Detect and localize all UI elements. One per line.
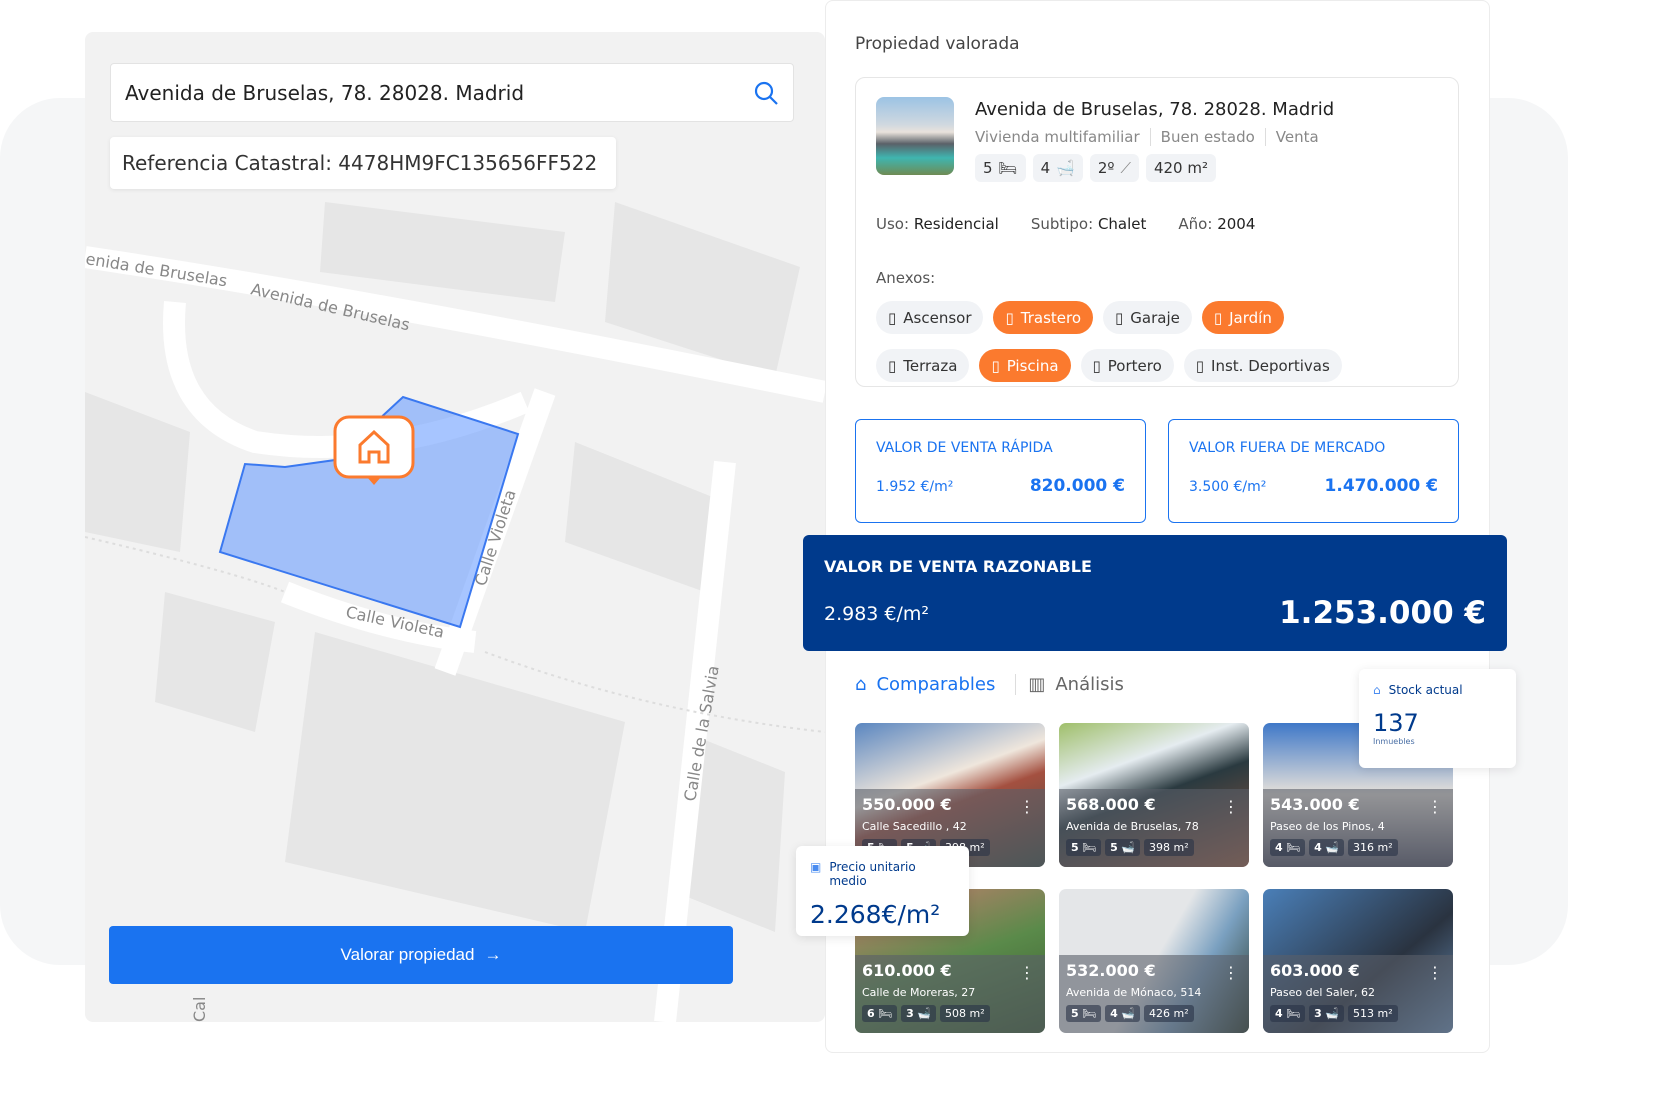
area-badge: 508 m²	[939, 1005, 990, 1022]
comparable-card[interactable]: 603.000 € Paseo del Saler, 62 4 🛏 3 🛁 513 m²…	[1263, 889, 1453, 1033]
baths-badge: 4 🛁	[1309, 839, 1344, 856]
comparable-address: Paseo de los Pinos, 4	[1270, 820, 1385, 833]
comparable-price: 550.000 €	[862, 795, 952, 814]
comparable-address: Avenida de Bruselas, 78	[1066, 820, 1199, 833]
anexo-tag[interactable]: ▯ Garaje	[1103, 301, 1192, 334]
area-badge: 513 m²	[1347, 1005, 1398, 1022]
more-options-icon[interactable]: ⋮	[1019, 963, 1035, 982]
valorar-label: Valorar propiedad	[340, 945, 475, 964]
anexo-tag[interactable]: ▯ Portero	[1080, 349, 1174, 382]
stock-card: ⌂ Stock actual 137 Inmuebles	[1359, 669, 1516, 768]
anexos-label: Anexos:	[876, 269, 936, 287]
meta-operation: Venta	[1264, 128, 1329, 146]
arrow-right-icon: →	[484, 945, 502, 964]
anexo-tag[interactable]: ▯ Inst. Deportivas	[1183, 349, 1342, 382]
amenity-icon: ▯	[888, 356, 897, 375]
fair-value-box: VALOR DE VENTA RAZONABLE 2.983 €/m² 1.25…	[803, 535, 1507, 651]
more-options-icon[interactable]: ⋮	[1223, 963, 1239, 982]
property-photo	[876, 97, 954, 175]
more-options-icon[interactable]: ⋮	[1223, 797, 1239, 816]
comparable-price: 532.000 €	[1066, 961, 1156, 980]
beds-badge: 6 🛏	[862, 1005, 898, 1022]
anexo-tag[interactable]: ▯ Terraza	[876, 349, 970, 382]
beds-badge: 4 🛏	[1270, 1005, 1306, 1022]
area-badge: 426 m²	[1143, 1005, 1194, 1022]
comparable-price: 603.000 €	[1270, 961, 1360, 980]
valorar-button[interactable]: Valorar propiedad →	[109, 926, 733, 984]
property-features: 5 🛏 4 🛁 2º ⟋ 420 m²	[975, 154, 1216, 182]
comparable-address: Avenida de Mónaco, 514	[1066, 986, 1202, 999]
baths-badge: 3 🛁	[1309, 1005, 1344, 1022]
search-icon[interactable]	[753, 80, 779, 106]
amenity-icon: ▯	[991, 356, 1000, 375]
calculator-icon: ▣	[810, 860, 822, 874]
anexo-tag[interactable]: ▯ Trastero	[993, 301, 1094, 334]
anexo-tag[interactable]: ▯ Jardín	[1201, 301, 1284, 334]
panel-title: Propiedad valorada	[855, 34, 1020, 54]
baths-badge: 5 🛁	[1105, 839, 1140, 856]
meta-type: Vivienda multifamiliar	[975, 128, 1140, 146]
anexo-tag[interactable]: ▯ Piscina	[979, 349, 1071, 382]
comparable-price: 568.000 €	[1066, 795, 1156, 814]
more-options-icon[interactable]: ⋮	[1019, 797, 1035, 816]
anexos-row: ▯ Terraza ▯ Piscina ▯ Portero ▯ Inst. Deportiva…	[876, 349, 1436, 382]
area-badge: 398 m²	[1143, 839, 1194, 856]
bath-icon: 🛁	[1056, 159, 1075, 177]
area-chip: 420 m²	[1145, 154, 1216, 182]
catastral-reference: Referencia Catastral: 4478HM9FC135656FF5…	[110, 137, 616, 189]
amenity-icon: ▯	[1005, 308, 1014, 327]
tab-comparables[interactable]: ⌂ Comparables	[855, 674, 1015, 695]
amenity-icon: ▯	[1115, 308, 1124, 327]
bedrooms-chip: 5 🛏	[975, 154, 1026, 182]
subtipo-value: Chalet	[1097, 215, 1147, 233]
more-options-icon[interactable]: ⋮	[1427, 963, 1443, 982]
property-meta: Vivienda multifamiliar Buen estado Venta	[975, 128, 1329, 146]
comparable-address: Paseo del Saler, 62	[1270, 986, 1375, 999]
home-pin-icon[interactable]	[333, 415, 415, 485]
beds-badge: 5 🛏	[1066, 839, 1102, 856]
address-search-input[interactable]: Avenida de Bruselas, 78. 28028. Madrid	[110, 63, 794, 122]
bed-icon: 🛏	[998, 159, 1018, 177]
tab-analisis[interactable]: ▥ Análisis	[1015, 674, 1144, 695]
property-address: Avenida de Bruselas, 78. 28028. Madrid	[975, 99, 1335, 120]
amenity-icon: ▯	[888, 308, 897, 327]
ano-value: 2004	[1217, 215, 1256, 233]
comparable-address: Calle de Moreras, 27	[862, 986, 976, 999]
property-info: Uso: Residencial Subtipo: Chalet Año: 20…	[876, 215, 1256, 233]
comparable-address: Calle Sacedillo , 42	[862, 820, 967, 833]
more-options-icon[interactable]: ⋮	[1427, 797, 1443, 816]
area-badge: 316 m²	[1347, 839, 1398, 856]
home-icon: ⌂	[855, 674, 867, 695]
off-market-value-box: VALOR FUERA DE MERCADO 3.500 €/m² 1.470.0…	[1168, 419, 1459, 523]
beds-badge: 5 🛏	[1066, 1005, 1102, 1022]
baths-badge: 3 🛁	[901, 1005, 936, 1022]
anexo-tag[interactable]: ▯ Ascensor	[876, 301, 984, 334]
floor-chip: 2º ⟋	[1089, 154, 1139, 182]
meta-state: Buen estado	[1149, 128, 1265, 146]
comparable-card[interactable]: 532.000 € Avenida de Mónaco, 514 5 🛏 4 🛁 426…	[1059, 889, 1249, 1033]
tabs: ⌂ Comparables ▥ Análisis	[855, 674, 1144, 695]
home-icon: ⌂	[1373, 683, 1381, 697]
search-value[interactable]: Avenida de Bruselas, 78. 28028. Madrid	[125, 81, 753, 105]
amenity-icon: ▯	[1092, 356, 1101, 375]
stairs-icon: ⟋	[1120, 159, 1131, 177]
street-label: Cal	[190, 997, 209, 1022]
comparable-price: 610.000 €	[862, 961, 952, 980]
quick-sale-value-box: VALOR DE VENTA RÁPIDA 1.952 €/m² 820.000 …	[855, 419, 1146, 523]
amenity-icon: ▯	[1195, 356, 1205, 375]
anexos-row: ▯ Ascensor ▯ Trastero ▯ Garaje ▯ Jardín	[876, 301, 1436, 334]
comparable-card[interactable]: 568.000 € Avenida de Bruselas, 78 5 🛏 5 🛁 39…	[1059, 723, 1249, 867]
average-price-card: ▣ Precio unitario medio 2.268€/m²	[796, 846, 969, 936]
bathrooms-chip: 4 🛁	[1032, 154, 1083, 182]
baths-badge: 4 🛁	[1105, 1005, 1140, 1022]
street-label: enida de Bruselas	[85, 249, 229, 290]
bar-chart-icon: ▥	[1028, 674, 1046, 695]
comparable-price: 543.000 €	[1270, 795, 1360, 814]
amenity-icon: ▯	[1213, 308, 1223, 327]
uso-value: Residencial	[913, 215, 999, 233]
beds-badge: 4 🛏	[1270, 839, 1306, 856]
